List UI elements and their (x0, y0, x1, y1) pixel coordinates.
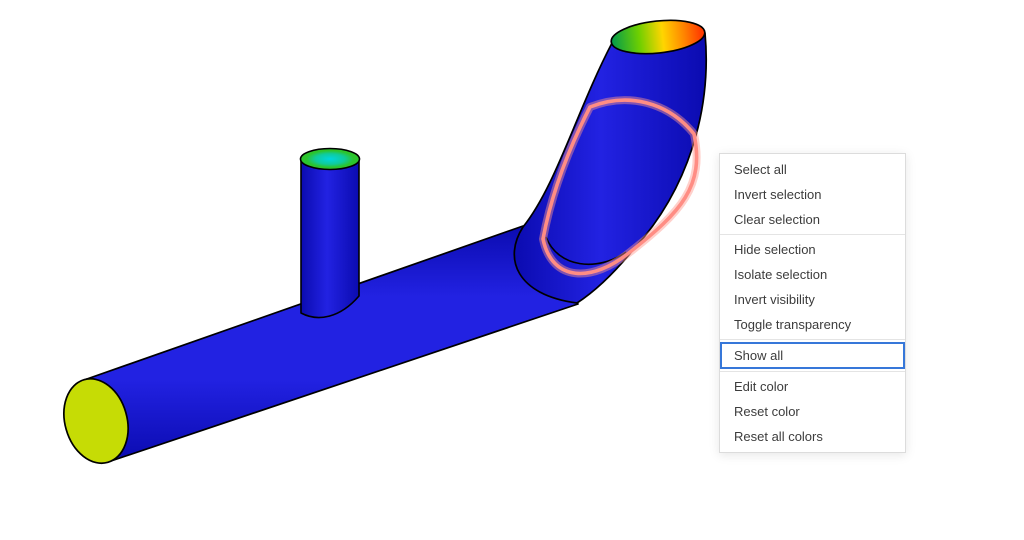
menu-divider (720, 371, 905, 372)
branch-pipe-top-cap[interactable] (301, 149, 360, 170)
menu-item-select-all[interactable]: Select all (720, 157, 905, 182)
menu-item-isolate-selection[interactable]: Isolate selection (720, 262, 905, 287)
menu-item-reset-all-colors[interactable]: Reset all colors (720, 424, 905, 449)
menu-divider (720, 339, 905, 340)
menu-item-reset-color[interactable]: Reset color (720, 399, 905, 424)
menu-item-invert-visibility[interactable]: Invert visibility (720, 287, 905, 312)
app-window: Select all Invert selection Clear select… (0, 0, 1024, 540)
menu-divider (720, 234, 905, 235)
menu-item-toggle-transparency[interactable]: Toggle transparency (720, 312, 905, 337)
context-menu: Select all Invert selection Clear select… (719, 153, 906, 453)
menu-item-hide-selection[interactable]: Hide selection (720, 237, 905, 262)
menu-item-clear-selection[interactable]: Clear selection (720, 207, 905, 232)
branch-pipe[interactable] (301, 161, 359, 317)
menu-item-edit-color[interactable]: Edit color (720, 374, 905, 399)
menu-item-invert-selection[interactable]: Invert selection (720, 182, 905, 207)
menu-item-show-all[interactable]: Show all (720, 342, 905, 369)
